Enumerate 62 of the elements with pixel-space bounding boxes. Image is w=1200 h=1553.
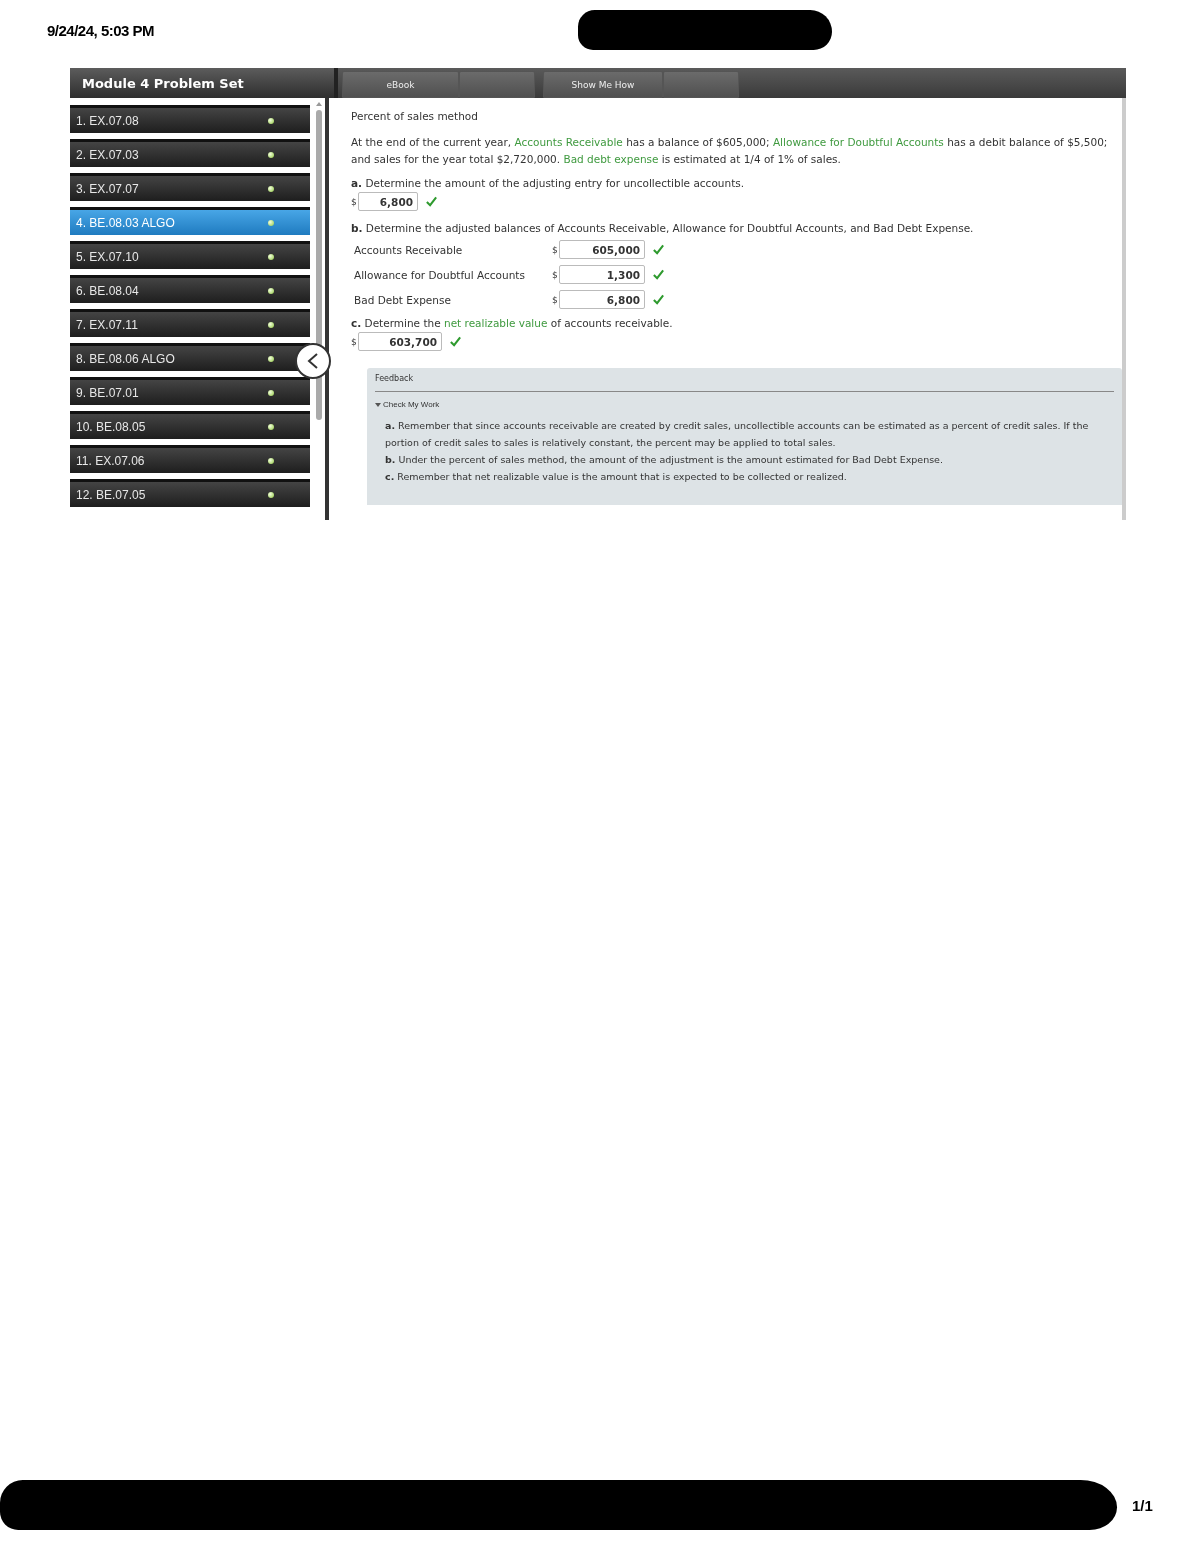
answer-field[interactable]: 605,000: [559, 240, 645, 259]
status-dot-icon: [268, 457, 274, 464]
problem-item[interactable]: 12. BE.07.05: [70, 479, 310, 507]
currency-sign: $: [552, 269, 559, 280]
problem-item[interactable]: 6. BE.08.04: [70, 275, 310, 303]
question-prompt: a. Determine the amount of the adjusting entry for uncollectible accounts.: [351, 177, 746, 189]
problem-item[interactable]: 2. EX.07.03: [70, 139, 310, 167]
problem-item[interactable]: 5. EX.07.10: [70, 241, 310, 269]
problem-item[interactable]: 8. BE.08.06 ALGO: [70, 343, 310, 371]
answer-field[interactable]: 603,700: [358, 332, 442, 351]
question-prompt: c. Determine the net realizable value of accounts receivable.: [351, 317, 674, 329]
status-dot-icon: [268, 151, 274, 158]
page-number: 1/1: [1132, 1496, 1153, 1514]
problem-item[interactable]: 1. EX.07.08: [70, 105, 310, 133]
term-link[interactable]: net realizable value: [444, 317, 548, 329]
account-label: Accounts Receivable: [353, 243, 464, 256]
toolbar-tab[interactable]: [459, 71, 535, 98]
status-dot-icon: [268, 185, 274, 192]
scrollbar-thumb[interactable]: [316, 110, 322, 420]
account-label: Bad Debt Expense: [353, 293, 452, 306]
term-link[interactable]: Bad debt expense: [563, 153, 659, 165]
problem-item[interactable]: 10. BE.08.05: [70, 411, 310, 439]
status-dot-icon: [268, 491, 274, 498]
problem-statement: At the end of the current year, Accounts Receivable has a balance of $605,000; Allowance for Doubtful Accounts has a debit balance of $5,500; and sales for the year total $2,720,000. Bad debt expense is estimated at 1/4 of 1% of sales.: [351, 135, 1109, 167]
answer-field[interactable]: 6,800: [559, 290, 645, 309]
problem-title: Percent of sales method: [351, 110, 479, 122]
status-dot-icon: [268, 389, 274, 396]
print-timestamp: 9/24/24, 5:03 PM: [47, 21, 156, 39]
currency-sign: $: [351, 196, 358, 207]
problem-item[interactable]: 7. EX.07.11: [70, 309, 310, 337]
currency-sign: $: [351, 336, 358, 347]
status-dot-icon: [268, 355, 274, 362]
problem-item[interactable]: 9. BE.07.01: [70, 377, 310, 405]
status-dot-icon: [268, 219, 274, 226]
feedback-title: Feedback: [375, 374, 1114, 392]
question-prompt: b. Determine the adjusted balances of Accounts Receivable, Allowance for Doubtful Accounts, and Bad Debt Expense.: [351, 222, 975, 234]
toolbar-button[interactable]: eBook: [342, 71, 459, 98]
feedback-text: a. Remember that since accounts receivable are created by credit sales, uncollectible accounts can be estimated as a percent of credit sales. If the portion of credit sales to sales is relatively constant, the percent may be applied to total sales.: [385, 419, 1090, 450]
problem-item[interactable]: 3. EX.07.07: [70, 173, 310, 201]
toolbar-button[interactable]: Show Me How: [543, 71, 663, 98]
collapse-button[interactable]: [295, 343, 331, 379]
status-dot-icon: [268, 321, 274, 328]
problem-set-title: Module 4 Problem Set: [70, 68, 338, 98]
account-label: Allowance for Doubtful Accounts: [353, 268, 526, 281]
check-my-work-toggle[interactable]: Check My Work: [375, 400, 440, 409]
feedback-text: c. Remember that net realizable value is the amount that is expected to be collected or realized.: [385, 470, 848, 484]
status-dot-icon: [268, 117, 274, 124]
status-dot-icon: [268, 287, 274, 294]
status-dot-icon: [268, 253, 274, 260]
answer-field[interactable]: 1,300: [559, 265, 645, 284]
problem-item[interactable]: 4. BE.08.03 ALGO: [70, 207, 310, 235]
currency-sign: $: [552, 244, 559, 255]
answer-field[interactable]: 6,800: [358, 192, 418, 211]
feedback-text: b. Under the percent of sales method, the amount of the adjustment is the amount estimated for Bad Debt Expense.: [385, 453, 944, 467]
problem-item[interactable]: 11. EX.07.06: [70, 445, 310, 473]
status-dot-icon: [268, 423, 274, 430]
chevron-left-icon: [306, 352, 320, 370]
term-link[interactable]: Accounts Receivable: [514, 136, 623, 148]
scroll-up-icon[interactable]: [315, 100, 323, 108]
toolbar-tab[interactable]: [663, 71, 739, 98]
term-link[interactable]: Allowance for Doubtful Accounts: [772, 136, 944, 148]
currency-sign: $: [552, 294, 559, 305]
